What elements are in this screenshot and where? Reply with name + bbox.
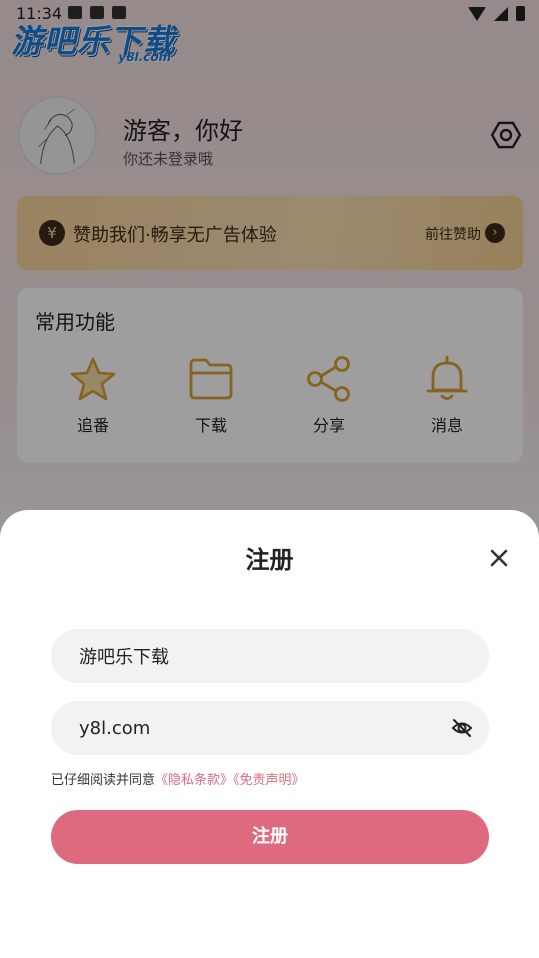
disclaimer-link[interactable]: 《免责声明》 xyxy=(233,773,305,788)
dialog-title: 注册 xyxy=(245,546,294,574)
username-field[interactable] xyxy=(51,629,489,683)
agreement-text: 已仔细阅读并同意《隐私条款》《免责声明》 xyxy=(51,769,305,788)
close-icon[interactable] xyxy=(487,546,511,570)
agreement-prefix: 已仔细阅读并同意 xyxy=(51,773,156,788)
password-input[interactable] xyxy=(79,701,439,755)
register-button[interactable]: 注册 xyxy=(51,810,489,864)
register-dialog: 注册 已仔细阅读并同意《隐私条款》《免责声明》 注册 xyxy=(0,510,539,958)
username-input[interactable] xyxy=(79,629,439,683)
password-field[interactable] xyxy=(51,701,489,755)
eye-off-icon[interactable] xyxy=(451,717,473,739)
privacy-policy-link[interactable]: 《隐私条款》 xyxy=(155,773,233,788)
